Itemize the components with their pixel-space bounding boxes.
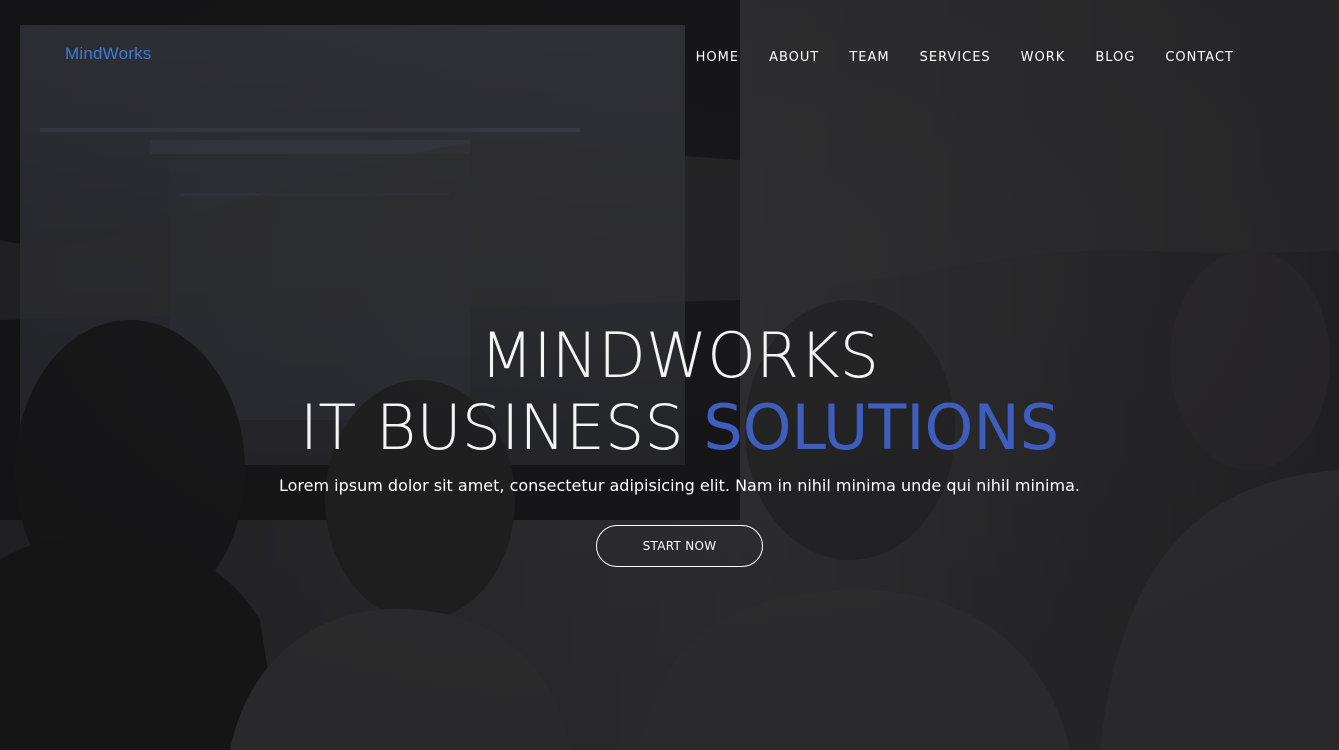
brand-logo-link[interactable]: MindWorks <box>65 44 152 64</box>
nav-item-blog: BLOG <box>1095 48 1135 66</box>
hero-title-line-2: IT BUSINESS SOLUTIONS <box>0 392 1339 464</box>
nav-item-contact: CONTACT <box>1165 48 1234 66</box>
nav-link-team[interactable]: TEAM <box>849 50 889 65</box>
nav-item-team: TEAM <box>849 48 889 66</box>
hero-content: MINDWORKS IT BUSINESS SOLUTIONS Lorem ip… <box>0 320 1339 567</box>
nav-link-home[interactable]: HOME <box>696 50 739 65</box>
main-navigation: HOME ABOUT TEAM SERVICES WORK BLOG CONTA… <box>666 48 1234 66</box>
nav-link-services[interactable]: SERVICES <box>920 50 991 65</box>
hero-section: MindWorks HOME ABOUT TEAM SERVICES WORK … <box>0 0 1339 750</box>
nav-link-work[interactable]: WORK <box>1021 50 1066 65</box>
hero-title-line-1: MINDWORKS <box>0 320 1339 392</box>
nav-item-home: HOME <box>696 48 739 66</box>
nav-item-work: WORK <box>1021 48 1066 66</box>
nav-link-blog[interactable]: BLOG <box>1095 50 1135 65</box>
nav-item-services: SERVICES <box>920 48 991 66</box>
hero-title-brand: MINDWORKS <box>479 319 880 392</box>
hero-subtitle: Lorem ipsum dolor sit amet, consectetur … <box>279 476 1080 495</box>
nav-item-about: ABOUT <box>769 48 819 66</box>
start-now-button[interactable]: START NOW <box>596 525 763 567</box>
hero-title-prefix: IT BUSINESS <box>299 391 704 464</box>
nav-link-contact[interactable]: CONTACT <box>1165 50 1234 65</box>
hero-title-accent: SOLUTIONS <box>703 391 1060 464</box>
top-navbar: MindWorks HOME ABOUT TEAM SERVICES WORK … <box>0 0 1339 110</box>
nav-link-about[interactable]: ABOUT <box>769 50 819 65</box>
